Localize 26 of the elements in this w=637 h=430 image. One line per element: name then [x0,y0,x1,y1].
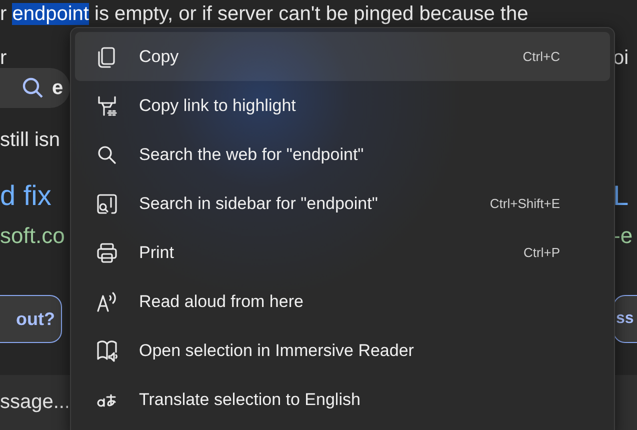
search-field[interactable]: e [0,68,70,108]
body-text: still isn [0,129,60,151]
body-text: r [0,3,8,25]
sidebar-search-icon [95,192,119,216]
menu-item[interactable]: Search the web for "endpoint" [75,130,610,179]
search-icon [22,77,44,99]
menu-item[interactable]: Open selection in Immersive Reader [75,326,610,375]
suggestion-button[interactable]: out? [0,295,62,343]
menu-item[interactable]: Read aloud from here [75,277,610,326]
menu-item[interactable]: Translate selection to English [75,375,610,424]
message-field[interactable]: ssage... [0,375,68,417]
body-text: r [0,47,7,69]
suggestion-button[interactable]: ss [613,295,637,343]
result-link[interactable]: d fix [0,180,52,211]
reader-icon [95,338,119,362]
selected-text: endpoint [12,3,89,25]
printer-icon [95,240,119,264]
result-url: soft.co [0,223,65,248]
read-aloud-icon [95,290,119,314]
menu-item[interactable]: Print Ctrl+P [75,228,610,277]
result-url: -e [613,223,633,248]
menu-item[interactable]: Copy Ctrl+C [75,32,610,81]
body-text: is empty, or if server can't be pinged because the [94,3,528,25]
menu-item[interactable]: Search in sidebar for "endpoint" Ctrl+Shift+E [75,179,610,228]
menu-item[interactable]: Copy link to highlight [75,81,610,130]
link-highlight-icon [95,94,119,118]
